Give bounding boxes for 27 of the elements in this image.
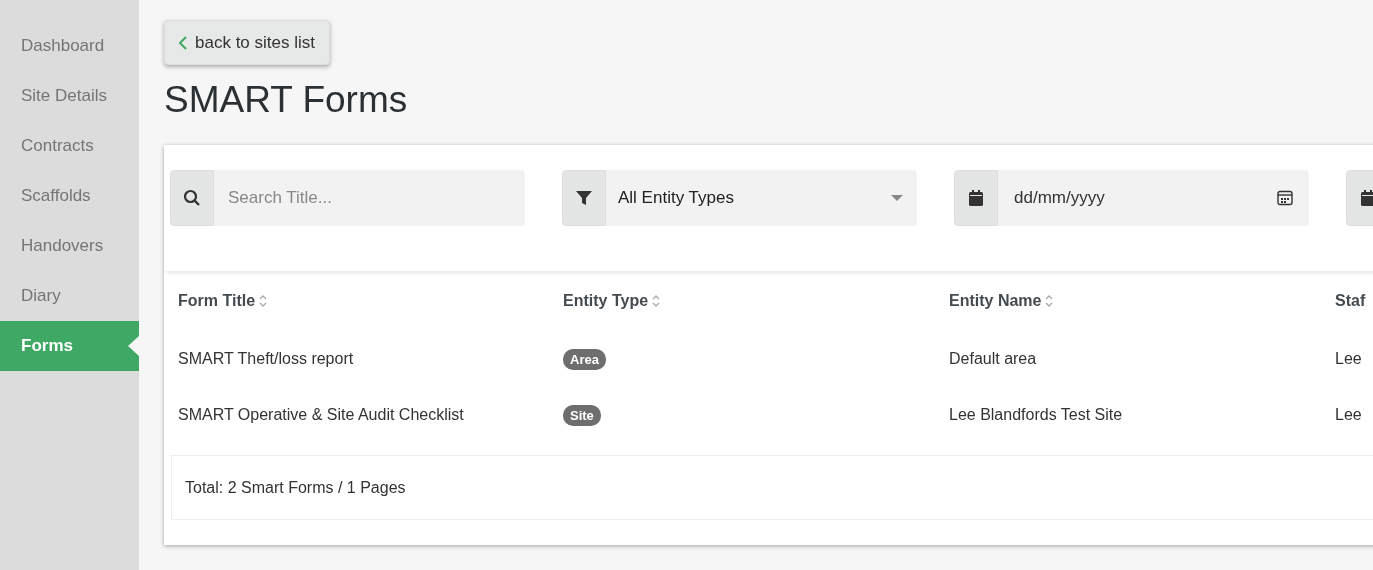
- search-icon: [183, 189, 201, 207]
- date-field[interactable]: dd/mm/yyyy: [998, 170, 1309, 226]
- column-header[interactable]: Staf: [1335, 271, 1373, 331]
- sort-icon[interactable]: [652, 294, 661, 308]
- entity-type-badge: Area: [563, 348, 606, 370]
- back-button[interactable]: back to sites list: [164, 20, 330, 65]
- column-header[interactable]: Entity Name: [949, 271, 1335, 331]
- calendar-icon: [969, 190, 983, 206]
- caret-icon: [891, 195, 903, 201]
- chevron-left-icon: [179, 35, 187, 50]
- total-text: Total: 2 Smart Forms / 1 Pages: [185, 478, 406, 497]
- column-header[interactable]: Form Title: [178, 271, 563, 331]
- filter-icon: [576, 190, 592, 206]
- calendar-picker-icon[interactable]: [1277, 190, 1293, 206]
- table-cell-text: SMART Operative & Site Audit Checklist: [178, 405, 465, 425]
- sort-icon[interactable]: [259, 294, 268, 308]
- entity-type-badge: Site: [563, 404, 601, 426]
- column-header[interactable]: Entity Type: [563, 271, 949, 331]
- table-cell-text: Lee: [1335, 349, 1363, 369]
- table-cell-text: Lee: [1335, 405, 1363, 425]
- table-cell-text: Default area: [949, 349, 1038, 369]
- table-cell-text: SMART Theft/loss report: [178, 349, 355, 369]
- page-title: SMART Forms: [164, 79, 409, 121]
- entity-type-select[interactable]: All Entity Types: [606, 170, 917, 226]
- search-field[interactable]: Search Title...: [214, 170, 525, 226]
- sort-icon[interactable]: [1045, 294, 1054, 308]
- table-cell-text: Lee Blandfords Test Site: [949, 405, 1124, 425]
